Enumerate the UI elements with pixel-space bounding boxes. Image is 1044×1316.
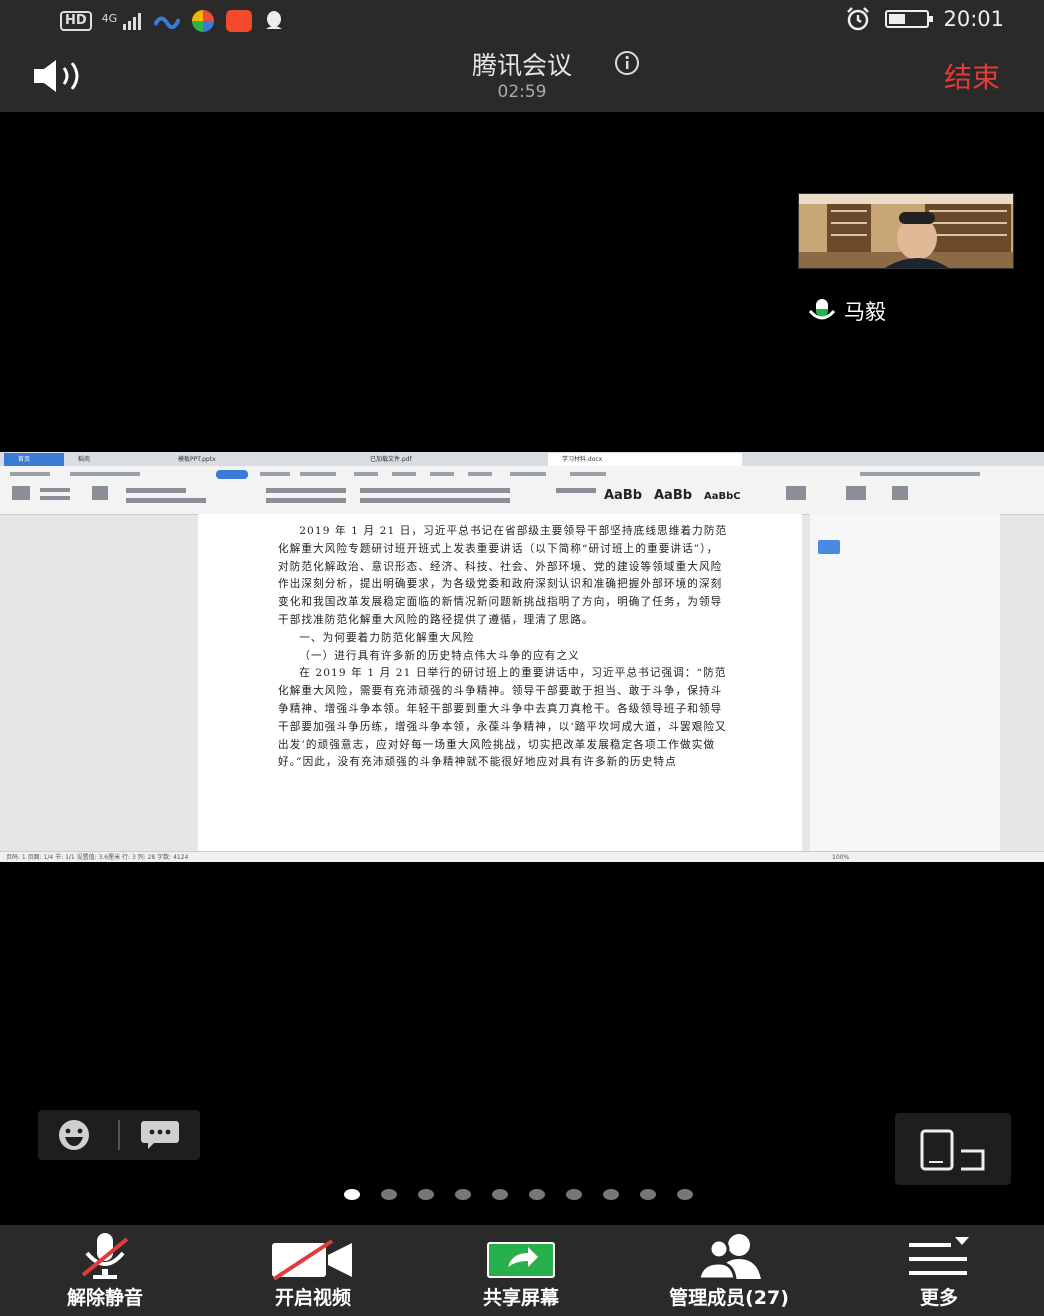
- unmute-button[interactable]: 解除静音: [0, 1225, 210, 1316]
- pinwheel-app-icon: [191, 10, 214, 32]
- signal-icon: 4G: [102, 12, 144, 30]
- rotate-icon: [920, 1129, 985, 1171]
- svg-text:AaBbC: AaBbC: [704, 491, 741, 502]
- side-pane-icon[interactable]: [818, 540, 840, 554]
- more-button[interactable]: 更多: [834, 1225, 1044, 1316]
- participant-video[interactable]: [798, 193, 1014, 269]
- share-screen-label: 共享屏幕: [482, 1287, 559, 1309]
- page-dot[interactable]: [603, 1189, 619, 1200]
- more-label: 更多: [919, 1287, 958, 1309]
- doc-tab[interactable]: 已加载文件.pdf: [356, 453, 540, 466]
- meeting-timer: 02:59: [497, 82, 547, 102]
- doc-tab[interactable]: 稻壳: [64, 453, 158, 466]
- doc-status-text: 页码: 1 页面: 1/4 节: 1/1 设置值: 3.6厘米 行: 3 列: …: [6, 854, 189, 861]
- meeting-title: 腾讯会议: [471, 51, 572, 80]
- page-dot[interactable]: [418, 1189, 434, 1200]
- reaction-chat-controls: [38, 1110, 200, 1160]
- page-dot[interactable]: [529, 1189, 545, 1200]
- document-text: 2019 年 1 月 21 日，习近平总书记在省部级主要领导干部坚持底线思维着力…: [278, 523, 728, 772]
- clock-time: 20:01: [943, 7, 1004, 31]
- page-dot[interactable]: [344, 1189, 360, 1200]
- wps-tab-strip: 首页 稻壳 模板PPT.pptx 已加载文件.pdf 学习材料.docx: [0, 452, 1044, 466]
- fox-app-icon: [225, 10, 252, 32]
- doc-tab[interactable]: 模板PPT.pptx: [164, 453, 348, 466]
- status-right: 20:01: [845, 6, 1004, 32]
- doc-paragraph: 在 2019 年 1 月 21 日举行的研讨班上的重要讲话中，习近平总书记强调：…: [278, 667, 727, 769]
- chat-icon[interactable]: [140, 1120, 180, 1150]
- manage-members-button[interactable]: 管理成员(27): [624, 1225, 834, 1316]
- doc-paragraph: 2019 年 1 月 21 日，习近平总书记在省部级主要领导干部坚持底线思维着力…: [278, 525, 728, 626]
- page-dot[interactable]: [640, 1189, 656, 1200]
- page-indicator: [344, 1189, 693, 1200]
- end-meeting-button[interactable]: 结束: [944, 56, 1000, 96]
- doc-side-pane: [810, 514, 1000, 854]
- page-dot[interactable]: [566, 1189, 582, 1200]
- muted-mic-icon: [81, 1233, 129, 1279]
- alarm-clock-icon: [847, 7, 870, 31]
- start-video-button[interactable]: 开启视频: [208, 1225, 418, 1316]
- manage-members-label: 管理成员(27): [669, 1287, 789, 1309]
- svg-text:AaBb: AaBb: [654, 488, 692, 503]
- signal-text: 4G: [101, 12, 118, 25]
- share-screen-icon: [487, 1242, 555, 1278]
- unmute-label: 解除静音: [66, 1287, 143, 1309]
- participant-name: 马毅: [844, 300, 886, 324]
- battery-icon: [885, 10, 934, 28]
- start-video-label: 开启视频: [274, 1287, 351, 1309]
- video-off-icon: [272, 1239, 352, 1281]
- ribbon-tools: AaBb AaBb AaBbC: [10, 470, 980, 503]
- meeting-toolbar: 解除静音 开启视频 共享屏幕 管理成员(27) 更多: [0, 1225, 1044, 1316]
- more-menu-icon: [909, 1237, 969, 1275]
- mic-active-icon: [808, 299, 836, 320]
- network-badge: HD: [60, 11, 92, 31]
- emoji-icon[interactable]: [56, 1118, 92, 1152]
- participant-label: 马毅: [806, 296, 886, 326]
- page-dot[interactable]: [492, 1189, 508, 1200]
- meeting-header: 腾讯会议 02:59 结束: [0, 40, 1044, 112]
- doc-tab[interactable]: 学习材料.docx: [548, 453, 742, 466]
- status-bar: HD 4G 20:01: [0, 0, 1044, 40]
- shared-screen[interactable]: 首页 稻壳 模板PPT.pptx 已加载文件.pdf 学习材料.docx AaB…: [0, 452, 1044, 862]
- doc-zoom: 100%: [832, 854, 850, 861]
- rotate-screen-button[interactable]: [895, 1113, 1011, 1185]
- info-icon[interactable]: [614, 50, 640, 76]
- page-dot[interactable]: [455, 1189, 471, 1200]
- doc-heading: 一、为何要着力防范化解重大风险: [299, 631, 475, 644]
- video-frame-image: [799, 194, 1013, 268]
- page-dot[interactable]: [677, 1189, 693, 1200]
- wps-ribbon: 首页 稻壳 模板PPT.pptx 已加载文件.pdf 学习材料.docx AaB…: [0, 452, 1044, 515]
- doc-tab[interactable]: 首页: [4, 453, 64, 466]
- status-left: HD 4G: [60, 8, 286, 34]
- doc-status-line: 页码: 1 页面: 1/4 节: 1/1 设置值: 3.6厘米 行: 3 列: …: [0, 851, 1044, 862]
- svg-text:AaBb: AaBb: [604, 488, 642, 503]
- divider: [118, 1120, 120, 1150]
- members-icon: [697, 1234, 761, 1281]
- page-dot[interactable]: [381, 1189, 397, 1200]
- doc-subheading: （一）进行具有许多新的历史特点伟大斗争的应有之义: [299, 649, 580, 662]
- share-screen-button[interactable]: 共享屏幕: [416, 1225, 626, 1316]
- wave-app-icon: [153, 16, 180, 29]
- qq-icon: [265, 11, 282, 29]
